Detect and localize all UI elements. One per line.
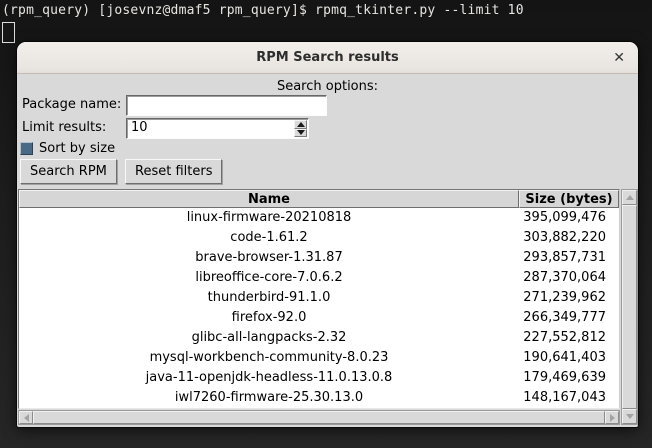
package-name-cell: thunderbird-91.1.0 (207, 290, 331, 305)
package-size-cell: 293,857,731 (523, 250, 606, 265)
spinbox-arrows (294, 120, 307, 137)
limit-results-label: Limit results: (22, 120, 107, 135)
results-table-header: Name Size (bytes) (19, 190, 619, 208)
scroll-right-button[interactable] (605, 411, 619, 424)
checkbox-checked-icon[interactable] (20, 141, 33, 155)
limit-results-spinbox[interactable]: 10 (126, 118, 309, 139)
spin-up-icon (296, 121, 305, 127)
table-row[interactable]: thunderbird-91.1.0 271,239,962 (19, 288, 619, 308)
package-name-label: Package name: (22, 97, 122, 112)
spin-down-button[interactable] (294, 128, 307, 137)
horizontal-scrollbar[interactable] (18, 410, 620, 425)
scroll-left-button[interactable] (19, 411, 33, 424)
package-name-cell: glibc-all-langpacks-2.32 (191, 330, 347, 345)
scroll-up-button[interactable] (622, 190, 637, 205)
results-table: Name Size (bytes) linux-firmware-2021081… (18, 189, 620, 409)
package-size-cell: 395,099,476 (523, 210, 606, 225)
package-size-cell: 179,469,639 (523, 370, 606, 385)
package-size-cell: 303,882,220 (523, 230, 606, 245)
table-row[interactable]: iwl7260-firmware-25.30.13.0 148,167,043 (19, 388, 619, 408)
rpm-search-window: RPM Search results ✕ Search options: Pac… (17, 42, 638, 427)
table-row[interactable]: glibc-all-langpacks-2.32 227,552,812 (19, 328, 619, 348)
window-title: RPM Search results (256, 50, 399, 65)
spin-up-button[interactable] (294, 120, 307, 129)
vertical-scrollbar[interactable] (621, 189, 638, 425)
package-size-cell: 287,370,064 (523, 270, 606, 285)
spin-down-icon (296, 130, 305, 136)
window-titlebar[interactable]: RPM Search results ✕ (17, 42, 638, 74)
limit-results-value[interactable]: 10 (127, 119, 294, 138)
package-size-cell: 271,239,962 (523, 290, 606, 305)
table-row[interactable]: code-1.61.2 303,882,220 (19, 228, 619, 248)
table-row[interactable]: linux-firmware-20210818 395,099,476 (19, 208, 619, 228)
column-header-name[interactable]: Name (19, 190, 519, 208)
package-name-cell: iwl7260-firmware-25.30.13.0 (174, 390, 364, 405)
package-name-cell: firefox-92.0 (231, 310, 307, 325)
search-options-label: Search options: (276, 79, 379, 94)
package-name-cell: brave-browser-1.31.87 (195, 250, 343, 265)
package-size-cell: 227,552,812 (523, 330, 606, 345)
package-name-cell: java-11-openjdk-headless-11.0.13.0.8 (145, 370, 393, 385)
sort-by-size-label: Sort by size (39, 140, 116, 156)
results-table-body: linux-firmware-20210818 395,099,476 code… (19, 208, 619, 408)
table-row[interactable]: mysql-workbench-community-8.0.23 190,641… (19, 348, 619, 368)
table-row[interactable]: brave-browser-1.31.87 293,857,731 (19, 248, 619, 268)
package-name-cell: linux-firmware-20210818 (186, 210, 352, 225)
package-size-cell: 190,641,403 (523, 350, 606, 365)
package-name-cell: code-1.61.2 (230, 230, 308, 245)
terminal-prompt: (rpm_query) [josevnz@dmaf5 rpm_query]$ r… (2, 3, 524, 18)
search-rpm-button[interactable]: Search RPM (20, 159, 117, 184)
scroll-up-icon (625, 195, 634, 200)
package-name-cell: libreoffice-core-7.0.6.2 (195, 270, 343, 285)
package-size-cell: 266,349,777 (523, 310, 606, 325)
horizontal-scrollbar-thumb[interactable] (33, 411, 605, 424)
scroll-right-icon (609, 413, 615, 422)
reset-filters-button[interactable]: Reset filters (125, 159, 223, 184)
terminal-cursor (2, 22, 15, 43)
table-row[interactable]: libreoffice-core-7.0.6.2 287,370,064 (19, 268, 619, 288)
package-name-input[interactable] (126, 95, 327, 116)
close-icon[interactable]: ✕ (613, 42, 625, 73)
package-name-cell: mysql-workbench-community-8.0.23 (149, 350, 389, 365)
sort-by-size-checkbox[interactable]: Sort by size (20, 140, 115, 156)
package-size-cell: 148,167,043 (523, 390, 606, 405)
table-row[interactable]: java-11-openjdk-headless-11.0.13.0.8 179… (19, 368, 619, 388)
table-row[interactable]: firefox-92.0 266,349,777 (19, 308, 619, 328)
scroll-down-icon (625, 414, 634, 419)
vertical-scrollbar-thumb[interactable] (622, 205, 637, 409)
column-header-size[interactable]: Size (bytes) (519, 190, 619, 208)
scroll-left-icon (23, 413, 29, 422)
scroll-down-button[interactable] (622, 409, 637, 424)
